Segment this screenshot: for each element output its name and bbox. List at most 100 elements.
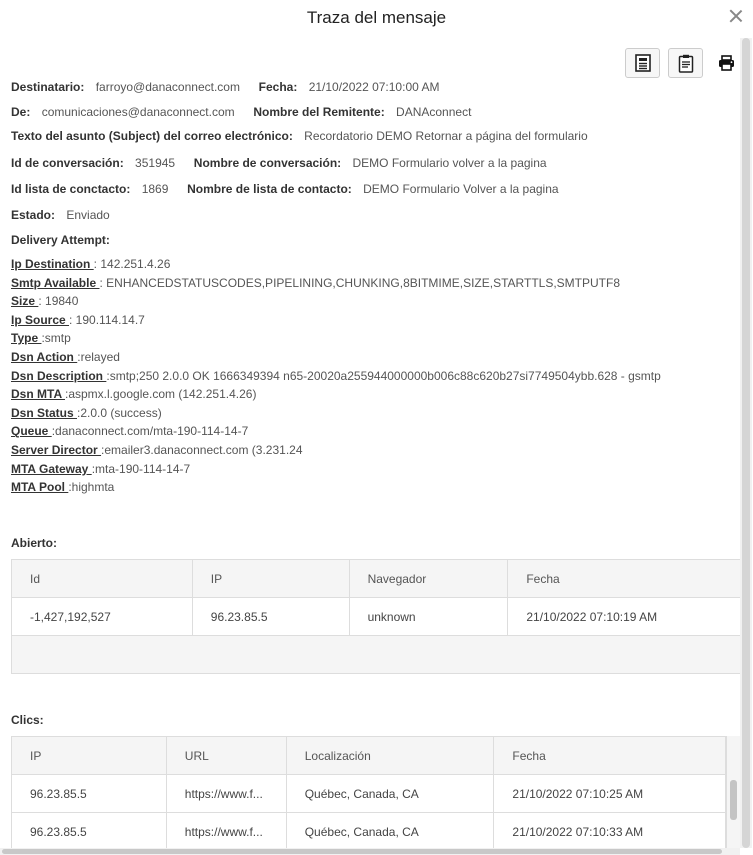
clipboard-button[interactable] — [668, 48, 703, 78]
toolbar — [625, 48, 749, 78]
delivery-attempt-key: Dsn Action — [11, 350, 78, 364]
opened-table: Id IP Navegador Fecha -1,427,192,527 96.23.8… — [11, 559, 741, 674]
column-header[interactable]: Fecha — [507, 559, 741, 598]
clicks-table: IP URL Localización Fecha 96.23.85.5 https:/… — [11, 736, 726, 851]
table-row[interactable]: 96.23.85.5 https://www.f... Québec, Canada… — [11, 812, 726, 851]
table-cell: unknown — [348, 597, 509, 636]
delivery-attempt-item: Smtp Available : ENHANCEDSTATUSCODES,PIP… — [11, 276, 620, 290]
table-footer-cell — [11, 635, 741, 674]
column-header[interactable]: Localización — [285, 736, 495, 775]
column-header[interactable]: Fecha — [493, 736, 726, 775]
dialog-vertical-scroll-thumb[interactable] — [742, 38, 750, 848]
sender-row: De: comunicaciones@danaconnect.com Nombr… — [11, 105, 471, 119]
delivery-attempt-item: Queue :danaconnect.com/mta-190-114-14-7 — [11, 424, 248, 438]
clicks-table-scrollbar[interactable] — [726, 736, 740, 848]
column-header[interactable]: URL — [165, 736, 287, 775]
table-cell: 21/10/2022 07:10:33 AM — [493, 812, 726, 851]
dialog-title: Traza del mensaje — [306, 8, 447, 27]
subject-label: Texto del asunto (Subject) del correo el… — [11, 129, 293, 143]
sender-name-value: DANAconnect — [396, 105, 472, 119]
delivery-attempt-key: MTA Pool — [11, 480, 69, 495]
delivery-attempt-key: Queue — [11, 424, 52, 439]
delivery-attempt-item: Size : 19840 — [11, 294, 78, 308]
delivery-attempt-key: MTA Gateway — [11, 461, 92, 476]
status-value: Enviado — [66, 208, 110, 222]
delivery-attempt-key: Smtp Available — [11, 275, 100, 290]
subject-row: Texto del asunto (Subject) del correo el… — [11, 129, 588, 143]
delivery-attempt-key: Ip Source — [11, 312, 70, 327]
table-cell: 96.23.85.5 — [11, 774, 167, 813]
recipient-value: farroyo@danaconnect.com — [95, 80, 240, 94]
delivery-attempt-label: Delivery Attempt: — [11, 233, 110, 247]
delivery-attempt-item: MTA Gateway :mta-190-114-14-7 — [11, 462, 190, 476]
table-footer-row — [11, 635, 741, 674]
delivery-attempt-item: Dsn Description :smtp;250 2.0.0 OK 16663… — [11, 369, 661, 383]
column-header[interactable]: Navegador — [348, 559, 509, 598]
table-cell: Québec, Canada, CA — [285, 812, 495, 851]
contact-list-name-label: Nombre de lista de contacto: — [187, 182, 352, 196]
table-cell: -1,427,192,527 — [11, 597, 193, 636]
delivery-attempt-value: :highmta — [68, 480, 115, 495]
conversation-id-label: Id de conversación: — [11, 156, 124, 170]
delivery-attempt-value: :danaconnect.com/mta-190-114-14-7 — [51, 424, 249, 439]
delivery-attempt-item: Dsn MTA :aspmx.l.google.com (142.251.4.2… — [11, 387, 256, 401]
delivery-attempt-value: :2.0.0 (success) — [77, 405, 162, 420]
message-trace-dialog: Traza del mensaje Destinatario: farroyo@… — [0, 0, 753, 855]
print-button[interactable] — [711, 48, 741, 78]
status-label: Estado: — [11, 208, 56, 222]
table-row[interactable]: 96.23.85.5 https://www.f... Québec, Canada… — [11, 774, 726, 813]
opened-section-label: Abierto: — [11, 536, 57, 550]
report-icon — [634, 54, 651, 72]
clicks-section-label: Clics: — [11, 713, 44, 727]
from-label: De: — [11, 105, 31, 119]
date-label: Fecha: — [258, 80, 298, 94]
dialog-horizontal-scroll-thumb[interactable] — [2, 849, 722, 854]
delivery-attempt-item: Dsn Status :2.0.0 (success) — [11, 406, 162, 420]
column-header[interactable]: IP — [191, 559, 350, 598]
conversation-name-value: DEMO Formulario volver a la pagina — [352, 156, 547, 170]
delivery-attempt-key: Dsn MTA — [11, 387, 65, 402]
sender-name-label: Nombre del Remitente: — [253, 105, 385, 119]
delivery-attempt-key: Size — [11, 294, 39, 309]
contact-list-id-label: Id lista de conctacto: — [11, 182, 131, 196]
delivery-attempt-value: :aspmx.l.google.com (142.251.4.26) — [65, 387, 257, 402]
column-header[interactable]: Id — [11, 559, 193, 598]
delivery-attempt-key: Type — [11, 331, 42, 346]
conversation-row: Id de conversación: 351945 Nombre de con… — [11, 156, 547, 170]
clicks-table-scroll-thumb[interactable] — [730, 780, 737, 820]
delivery-attempt-value: :relayed — [77, 350, 120, 364]
delivery-attempt-value: : 190.114.14.7 — [69, 312, 145, 327]
table-cell: https://www.f... — [165, 774, 287, 813]
delivery-attempt-item: Ip Source : 190.114.14.7 — [11, 313, 145, 327]
delivery-attempt-item: MTA Pool :highmta — [11, 480, 114, 494]
status-row: Estado: Enviado — [11, 208, 110, 222]
delivery-attempt-item: Type :smtp — [11, 331, 71, 345]
delivery-attempt-key: Ip Destination — [11, 257, 94, 271]
recipient-label: Destinatario: — [11, 80, 85, 94]
contact-list-row: Id lista de conctacto: 1869 Nombre de li… — [11, 182, 559, 196]
delivery-attempt-key: Dsn Description — [11, 368, 107, 383]
dialog-horizontal-scrollbar[interactable] — [0, 848, 740, 855]
date-value: 21/10/2022 07:10:00 AM — [308, 80, 440, 94]
dialog-vertical-scrollbar[interactable] — [740, 38, 752, 848]
delivery-attempt-item: Dsn Action :relayed — [11, 350, 120, 364]
delivery-attempt-value: :smtp;250 2.0.0 OK 1666349394 n65-20020a… — [106, 368, 661, 383]
report-button[interactable] — [625, 48, 660, 78]
delivery-attempt-value: : 142.251.4.26 — [93, 257, 171, 271]
column-header[interactable]: IP — [11, 736, 167, 775]
clipboard-icon — [678, 54, 693, 73]
print-icon — [718, 55, 734, 71]
table-cell: https://www.f... — [165, 812, 287, 851]
delivery-attempt-value: :smtp — [41, 331, 71, 346]
contact-list-name-value: DEMO Formulario Volver a la pagina — [363, 182, 559, 196]
close-icon[interactable] — [729, 9, 743, 23]
opened-table-header: Id IP Navegador Fecha — [11, 559, 741, 598]
conversation-id-value: 351945 — [135, 156, 176, 170]
recipient-row: Destinatario: farroyo@danaconnect.com Fe… — [11, 80, 439, 94]
delivery-attempt-key: Dsn Status — [11, 405, 78, 420]
table-cell: 96.23.85.5 — [191, 597, 350, 636]
clicks-table-header: IP URL Localización Fecha — [11, 736, 726, 775]
delivery-attempt-heading: Delivery Attempt: — [11, 233, 110, 247]
table-row[interactable]: -1,427,192,527 96.23.85.5 unknown 21/10/202… — [11, 597, 741, 636]
table-cell: 21/10/2022 07:10:25 AM — [493, 774, 726, 813]
